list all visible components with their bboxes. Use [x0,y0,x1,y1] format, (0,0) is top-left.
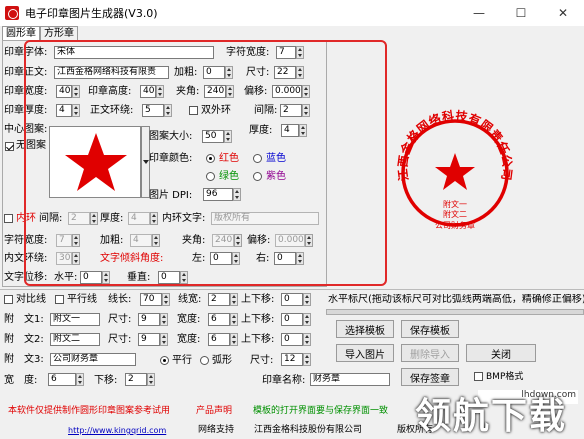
sub1-label: 附 文1: [4,314,44,325]
select-template-button[interactable]: 选择模板 [336,320,394,338]
line-length-label: 线长: [108,294,132,305]
sub2-label: 附 文2: [4,334,44,345]
seal-sub2: 附文二 [443,209,467,219]
ruler-hint: 水平标尺(拖动该标尺可对比弧线两端高低，精确修正偏移) [328,294,584,305]
sub2-shift-input[interactable]: 0 [281,333,303,346]
sub3-parallel-radio[interactable] [160,356,169,365]
horizontal-ruler[interactable] [326,309,584,315]
sub2-size-input[interactable]: 9 [138,333,160,346]
window-title: 电子印章图片生成器(V3.0) [25,7,158,20]
contrast-line-checkbox[interactable] [4,295,13,304]
maximize-icon[interactable]: ☐ [500,0,542,26]
seal-name-label: 印章名称: [262,375,306,386]
seal-sub3: 公司财务章 [435,220,475,230]
line-shift-input[interactable]: 0 [281,293,303,306]
line-shift-label: 上下移: [241,294,275,305]
highlight-frame [24,40,387,286]
sub1-width-spinner[interactable] [230,313,238,326]
sub1-width-input[interactable]: 6 [208,313,230,326]
company-label: 江西金格科技股份有限公司 [254,425,363,435]
sub1-input[interactable]: 附文一 [50,313,100,326]
sub2-size-spinner[interactable] [160,333,168,346]
website-link[interactable]: http://www.kingqrid.com [68,425,166,437]
line-width-label: 线宽: [178,294,202,305]
seal-sub1: 附文一 [443,199,467,209]
sub-shift-label: 下移: [94,375,118,386]
app-window: 电子印章图片生成器(V3.0) — ☐ ✕ 圆形章 方形章 印章字体: 宋体 字… [0,0,584,439]
watermark-main: 领航下载 [415,396,568,437]
sub1-shift-label: 上下移: [241,314,275,325]
line-length-input[interactable]: 70 [140,293,162,306]
network-support-label: 网络支持 [198,425,235,435]
sub2-width-spinner[interactable] [230,333,238,346]
sub3-label: 附 文3: [4,354,44,365]
contrast-line-label: 对比线 [16,294,46,305]
minimize-icon[interactable]: — [458,0,500,26]
sub3-arc-label: 弧形 [212,355,232,366]
sub2-shift-label: 上下移: [241,334,275,345]
sub3-input[interactable]: 公司财务章 [50,353,136,366]
sub-width-spinner[interactable] [76,373,84,386]
sub3-size-input[interactable]: 12 [281,353,303,366]
import-image-button[interactable]: 导入图片 [336,344,394,362]
tab-round-seal[interactable]: 圆形章 [2,26,40,40]
sub-shift-input[interactable]: 2 [125,373,147,386]
close-button[interactable]: 关闭 [466,344,536,362]
sub2-shift-spinner[interactable] [303,333,311,346]
line-length-spinner[interactable] [162,293,170,306]
sub2-size-label: 尺寸: [108,334,132,345]
parallel-line-checkbox[interactable] [55,295,64,304]
tab-square-seal[interactable]: 方形章 [40,26,78,40]
sub1-size-input[interactable]: 9 [138,313,160,326]
line-width-spinner[interactable] [230,293,238,306]
title-bar: 电子印章图片生成器(V3.0) — ☐ ✕ [0,0,584,26]
sub2-input[interactable]: 附文二 [50,333,100,346]
seal-name-input[interactable]: 财务章 [310,373,390,386]
sub-shift-spinner[interactable] [147,373,155,386]
seal-preview: 江西金格网络科技有限责任公司 附文一 附文二 公司财务章 [395,108,514,230]
app-seal-icon [5,6,19,20]
footer-notice: 本软件仅提供制作圆形印章图案参考试用 [8,406,171,416]
product-statement-link[interactable]: 产品声明 [196,405,232,417]
watermark: lhdown.com 领航下载 [415,372,584,439]
sub2-width-label: 宽度: [177,334,201,345]
sub-width-label: 宽 度: [4,375,38,386]
sub3-arc-radio[interactable] [200,356,209,365]
line-shift-spinner[interactable] [303,293,311,306]
close-icon[interactable]: ✕ [542,0,584,26]
divider [0,289,584,290]
sub3-size-label: 尺寸: [250,355,274,366]
no-pattern-checkbox[interactable] [5,142,14,151]
sub2-width-input[interactable]: 6 [208,333,230,346]
sub1-size-label: 尺寸: [108,314,132,325]
sub3-parallel-label: 平行 [172,355,192,366]
footer-notice2: 模板的打开界面要与保存界面一致 [253,406,389,416]
sub-width-input[interactable]: 6 [48,373,76,386]
line-width-input[interactable]: 2 [208,293,230,306]
save-template-button[interactable]: 保存模板 [401,320,459,338]
parallel-line-label: 平行线 [67,294,97,305]
sub1-shift-spinner[interactable] [303,313,311,326]
sub3-size-spinner[interactable] [303,353,311,366]
sub1-size-spinner[interactable] [160,313,168,326]
sub1-shift-input[interactable]: 0 [281,313,303,326]
inner-ring-checkbox[interactable] [4,214,13,223]
delete-import-button[interactable]: 删除导入 [401,344,459,362]
seal-star-icon [435,153,475,190]
sub1-width-label: 宽度: [177,314,201,325]
